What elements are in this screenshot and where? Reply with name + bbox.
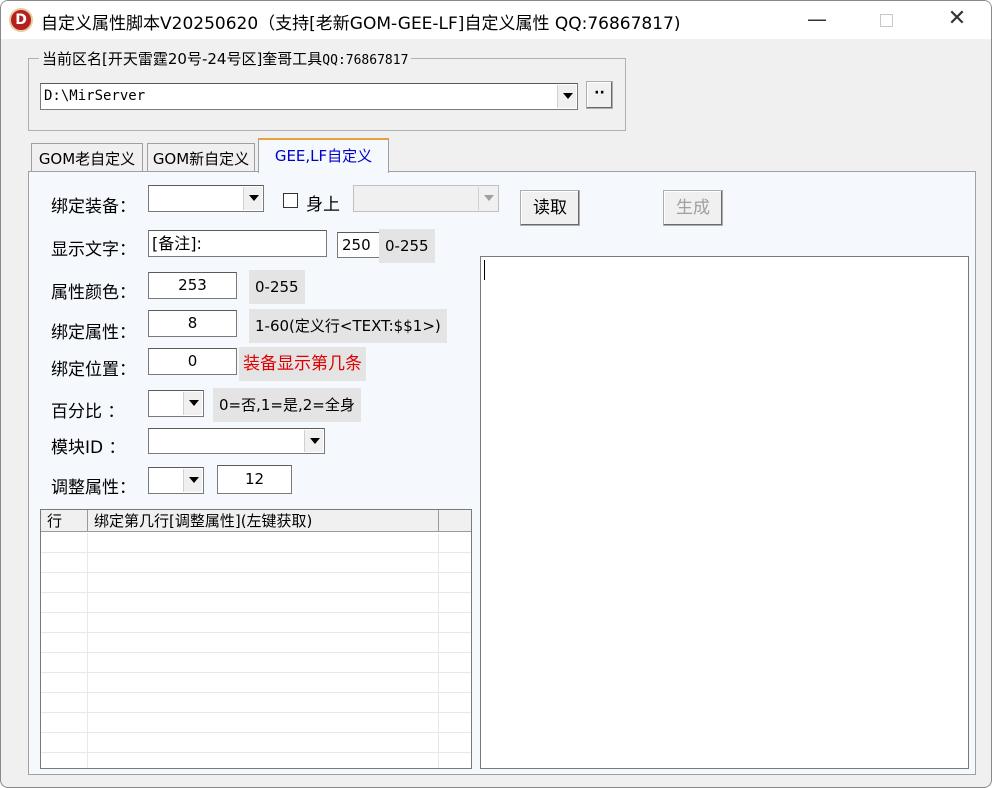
table-row[interactable] — [41, 673, 471, 693]
bind-attr-field[interactable]: 8 — [148, 310, 237, 337]
grid-header-row[interactable]: 行 — [41, 510, 88, 532]
body-slot-select[interactable] — [353, 185, 499, 212]
bind-equip-select[interactable] — [148, 185, 264, 212]
table-cell[interactable] — [88, 673, 439, 693]
table-cell[interactable] — [88, 713, 439, 733]
chevron-down-icon[interactable] — [478, 187, 497, 210]
table-row[interactable] — [41, 693, 471, 713]
display-range-hint: 0-255 — [379, 229, 435, 263]
bind-attr-hint: 1-60(定义行<TEXT:$$1>) — [249, 309, 447, 343]
table-cell[interactable] — [88, 753, 439, 768]
bind-pos-label: 绑定位置： — [51, 360, 136, 380]
bind-attr-label: 绑定属性： — [51, 323, 136, 343]
text-caret — [484, 260, 485, 280]
close-button[interactable]: ✕ — [934, 1, 980, 39]
table-cell[interactable] — [88, 693, 439, 713]
chevron-down-icon[interactable] — [557, 85, 576, 108]
table-cell[interactable] — [88, 633, 439, 653]
tab-gom-new[interactable]: GOM新自定义 — [147, 143, 255, 172]
table-row[interactable] — [41, 753, 471, 768]
tab-gee-lf[interactable]: GEE,LF自定义 — [258, 138, 389, 173]
server-path-value: D:\MirServer — [44, 88, 146, 104]
on-body-checkbox[interactable] — [283, 193, 298, 208]
percent-hint: 0=否,1=是,2=全身 — [213, 388, 361, 422]
attr-color-field[interactable]: 253 — [148, 272, 237, 299]
grid-header-bind[interactable]: 绑定第几行[调整属性](左键获取) — [88, 510, 439, 532]
table-row[interactable] — [41, 613, 471, 633]
chevron-down-icon[interactable] — [183, 392, 202, 415]
percent-label: 百分比 ： — [51, 402, 125, 422]
table-row[interactable] — [41, 633, 471, 653]
table-row[interactable] — [41, 653, 471, 673]
attr-color-label: 属性颜色： — [51, 283, 136, 303]
chevron-down-icon[interactable] — [243, 187, 262, 210]
bind-equip-label: 绑定装备： — [51, 197, 136, 217]
table-cell[interactable] — [88, 573, 439, 593]
app-icon: D — [9, 8, 33, 32]
table-row[interactable] — [41, 593, 471, 613]
adjust-attr-num-field[interactable]: 12 — [217, 465, 292, 494]
table-cell[interactable] — [41, 573, 88, 593]
generate-button[interactable]: 生成 — [663, 190, 723, 226]
table-cell[interactable] — [41, 673, 88, 693]
adjust-attr-label: 调整属性： — [51, 478, 136, 498]
app-window: D 自定义属性脚本V20250620（支持[老新GOM-GEE-LF]自定义属性… — [0, 0, 992, 788]
region-groupbox-legend: 当前区名[开天雷霆20号-24号区]奎哥工具QQ:76867817 — [39, 48, 412, 69]
percent-select[interactable] — [148, 390, 204, 417]
maximize-button[interactable] — [863, 1, 909, 39]
region-legend-qq: QQ:76867817 — [322, 53, 409, 68]
grid-header: 行 绑定第几行[调整属性](左键获取) — [41, 510, 471, 532]
table-cell[interactable] — [41, 613, 88, 633]
table-cell[interactable] — [88, 593, 439, 613]
table-cell[interactable] — [88, 533, 439, 553]
on-body-label[interactable]: 身上 — [306, 190, 340, 215]
table-cell[interactable] — [41, 593, 88, 613]
table-cell[interactable] — [88, 553, 439, 573]
server-path-combo[interactable]: D:\MirServer — [40, 83, 578, 110]
display-text-field[interactable]: [备注]: — [148, 230, 327, 257]
browse-button[interactable]: ·· — [586, 81, 613, 109]
table-cell[interactable] — [41, 713, 88, 733]
module-id-select[interactable] — [148, 428, 325, 454]
chevron-down-icon[interactable] — [183, 469, 202, 492]
bind-pos-hint: 装备显示第几条 — [239, 347, 366, 381]
region-legend-text: 当前区名[开天雷霆20号-24号区]奎哥工具 — [42, 50, 323, 68]
bind-rows-grid[interactable]: 行 绑定第几行[调整属性](左键获取) — [40, 509, 472, 769]
table-cell[interactable] — [41, 653, 88, 673]
attr-color-hint: 0-255 — [249, 270, 305, 304]
table-row[interactable] — [41, 553, 471, 573]
table-cell[interactable] — [41, 633, 88, 653]
table-row[interactable] — [41, 573, 471, 593]
table-cell[interactable] — [41, 693, 88, 713]
table-cell[interactable] — [41, 753, 88, 768]
title-bar: D 自定义属性脚本V20250620（支持[老新GOM-GEE-LF]自定义属性… — [1, 1, 991, 39]
display-num-field[interactable]: 250 — [337, 232, 380, 258]
chevron-down-icon[interactable] — [304, 430, 323, 452]
output-text-area[interactable] — [480, 256, 969, 769]
table-cell[interactable] — [41, 733, 88, 753]
table-row[interactable] — [41, 713, 471, 733]
table-cell[interactable] — [88, 653, 439, 673]
table-row[interactable] — [41, 733, 471, 753]
bind-pos-field[interactable]: 0 — [148, 348, 237, 375]
module-id-label: 模块ID ： — [51, 438, 126, 458]
display-text-label: 显示文字： — [51, 240, 136, 260]
table-cell[interactable] — [41, 553, 88, 573]
tab-gom-old[interactable]: GOM老自定义 — [31, 143, 143, 172]
window-title: 自定义属性脚本V20250620（支持[老新GOM-GEE-LF]自定义属性 Q… — [41, 14, 681, 34]
table-cell[interactable] — [88, 613, 439, 633]
read-button[interactable]: 读取 — [520, 190, 580, 226]
minimize-button[interactable]: — — [794, 1, 840, 39]
adjust-attr-select[interactable] — [148, 467, 204, 494]
table-cell[interactable] — [41, 533, 88, 553]
maximize-icon — [879, 14, 893, 27]
table-cell[interactable] — [88, 733, 439, 753]
table-row[interactable] — [41, 533, 471, 553]
grid-header-extra[interactable] — [439, 510, 471, 532]
